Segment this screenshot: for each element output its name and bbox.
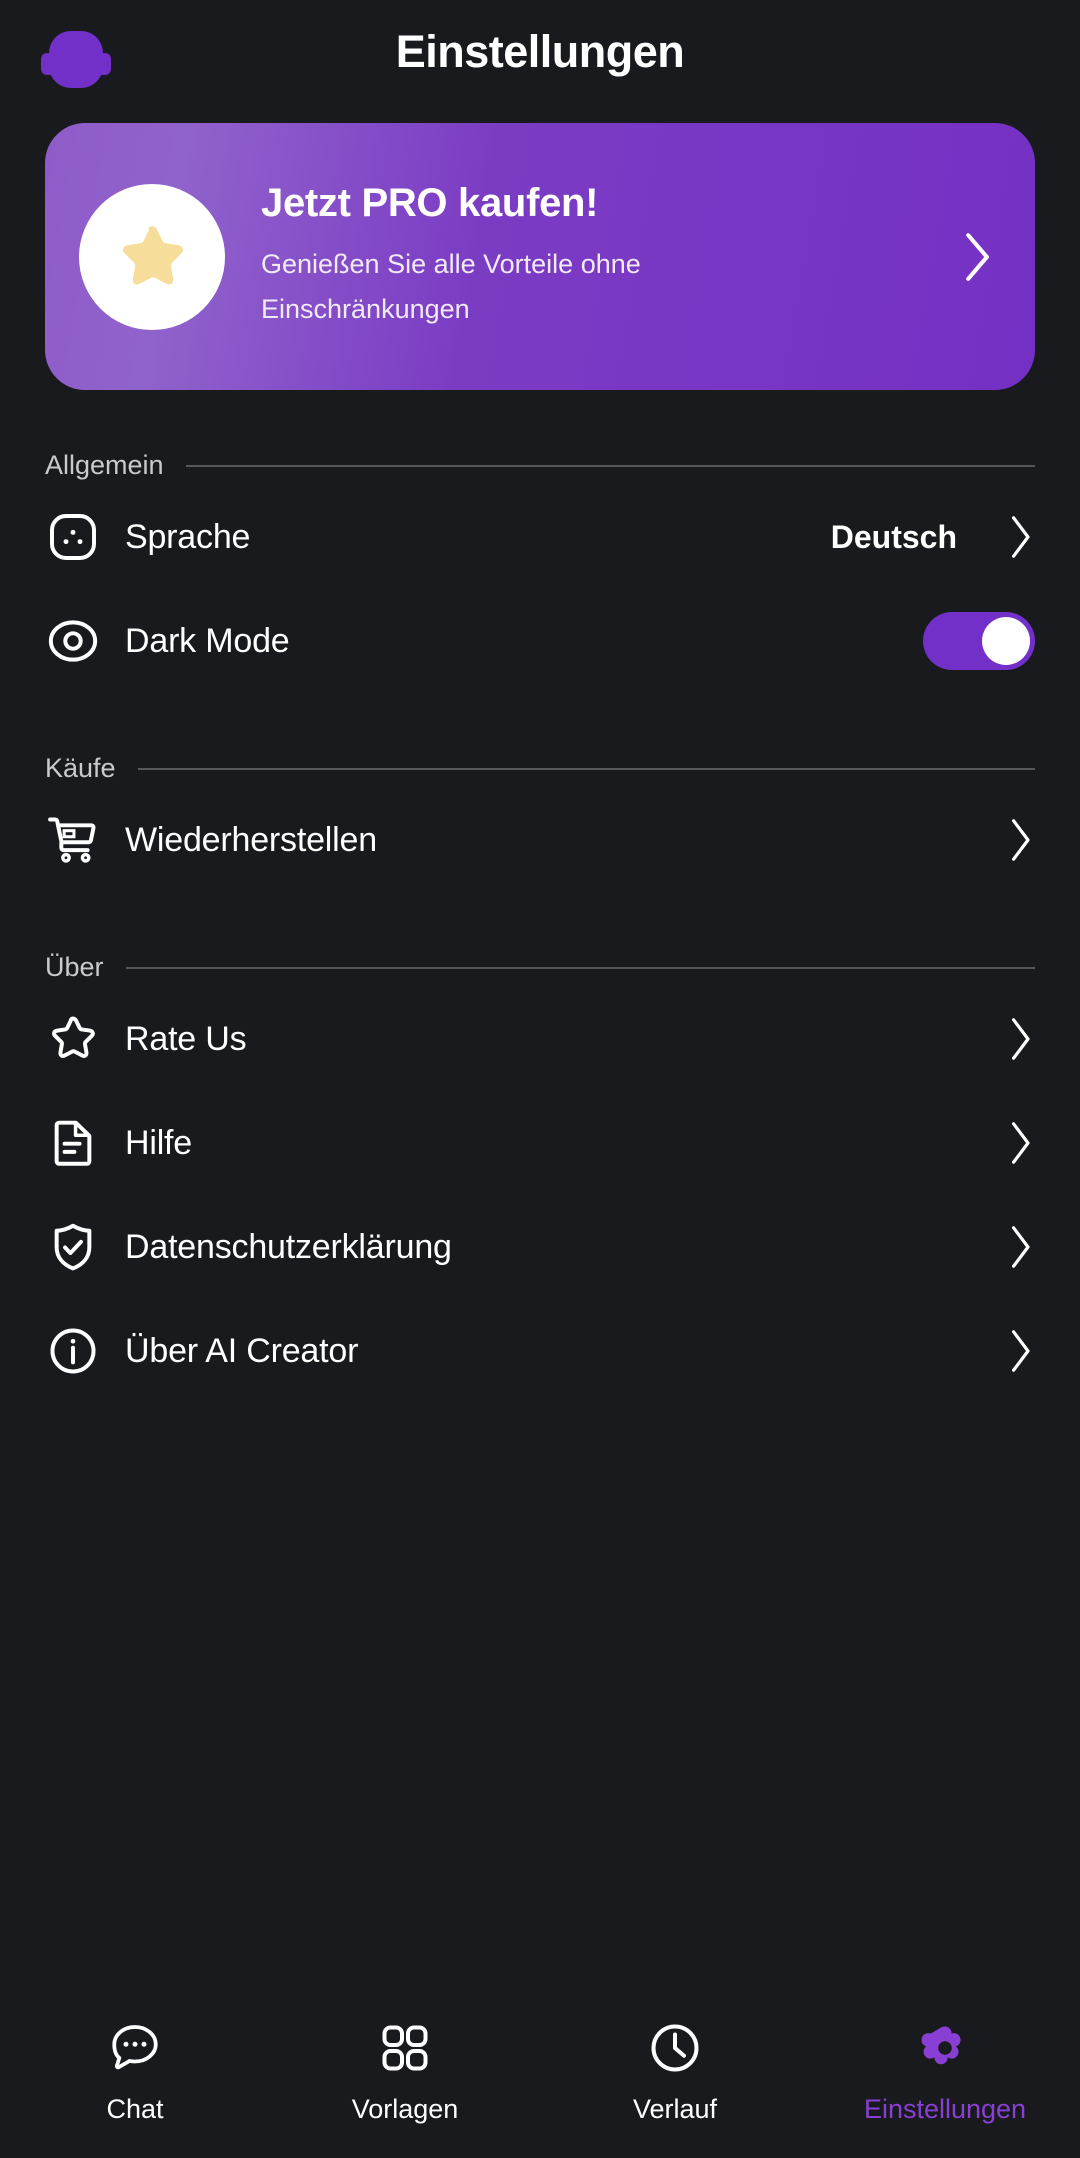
nav-item-vorlagen[interactable]: Vorlagen	[270, 2018, 540, 2125]
settings-row-label: Sprache	[125, 517, 251, 556]
settings-row-rate-us[interactable]: Rate Us	[45, 987, 1035, 1091]
section-label: Käufe	[45, 753, 116, 783]
grid-four-icon	[375, 2018, 435, 2078]
nav-label: Einstellungen	[863, 2094, 1027, 2124]
settings-screen: Einstellungen Jetzt PRO kaufen! Genießen…	[0, 0, 1080, 2158]
settings-row-dark-mode[interactable]: Dark Mode	[45, 589, 1035, 693]
settings-row-label: Über AI Creator	[125, 1331, 359, 1370]
settings-content: Allgemein Sprache Deutsch Dark Mode Käuf…	[0, 390, 1080, 1990]
app-header: Einstellungen	[0, 0, 1080, 123]
settings-row-ueber-ai-creator[interactable]: Über AI Creator	[45, 1299, 1035, 1403]
chevron-right-icon[interactable]	[987, 1015, 1035, 1063]
section-divider	[185, 464, 1035, 467]
section-divider	[137, 767, 1035, 770]
settings-row-datenschutz[interactable]: Datenschutzerklärung	[45, 1195, 1035, 1299]
chevron-right-icon[interactable]	[987, 1223, 1035, 1271]
nav-label: Vorlagen	[351, 2094, 459, 2124]
language-value: Deutsch	[830, 518, 957, 555]
star-filled-icon	[79, 183, 225, 330]
nav-label: Verlauf	[632, 2094, 718, 2124]
section-label: Allgemein	[45, 450, 164, 480]
nav-item-chat[interactable]: Chat	[0, 2018, 270, 2125]
shopping-cart-icon	[45, 812, 125, 868]
document-icon	[45, 1115, 125, 1171]
promo-banner-wrap: Jetzt PRO kaufen! Genießen Sie alle Vort…	[0, 123, 1080, 390]
dark-mode-toggle[interactable]	[923, 612, 1035, 670]
settings-row-label: Rate Us	[125, 1019, 247, 1058]
language-globe-icon	[45, 509, 125, 565]
settings-row-label: Hilfe	[125, 1123, 193, 1162]
settings-row-wiederherstellen[interactable]: Wiederherstellen	[45, 788, 1035, 892]
settings-row-hilfe[interactable]: Hilfe	[45, 1091, 1035, 1195]
settings-row-sprache[interactable]: Sprache Deutsch	[45, 485, 1035, 589]
chevron-right-icon[interactable]	[987, 1119, 1035, 1167]
chevron-right-icon[interactable]	[987, 816, 1035, 864]
star-outline-icon	[45, 1011, 125, 1067]
toggle-knob	[982, 617, 1030, 665]
promo-title: Jetzt PRO kaufen!	[261, 181, 599, 226]
section-label: Über	[45, 952, 104, 982]
nav-label: Chat	[106, 2094, 164, 2124]
section-header-ueber: Über	[45, 952, 1035, 983]
bottom-navigation: Chat Vorlagen Verlauf Einstellungen	[0, 1990, 1080, 2158]
chevron-right-icon[interactable]	[987, 513, 1035, 561]
promo-text: Jetzt PRO kaufen! Genießen Sie alle Vort…	[225, 181, 951, 331]
nav-item-einstellungen[interactable]: Einstellungen	[810, 2018, 1080, 2125]
chevron-right-icon[interactable]	[951, 229, 1001, 285]
chevron-right-icon[interactable]	[987, 1327, 1035, 1375]
settings-row-label: Dark Mode	[125, 621, 290, 660]
chat-bubble-icon	[105, 2018, 165, 2078]
nav-item-verlauf[interactable]: Verlauf	[540, 2018, 810, 2125]
gear-icon	[915, 2018, 975, 2078]
promo-subtitle: Genießen Sie alle Vorteile ohne Einschrä…	[261, 249, 641, 324]
settings-row-label: Datenschutzerklärung	[125, 1227, 452, 1266]
buy-pro-banner[interactable]: Jetzt PRO kaufen! Genießen Sie alle Vort…	[45, 123, 1035, 390]
section-header-kaeufe: Käufe	[45, 753, 1035, 784]
shield-check-icon	[45, 1219, 125, 1275]
page-title: Einstellungen	[395, 26, 685, 77]
eye-circle-icon	[45, 613, 125, 669]
info-circle-icon	[45, 1323, 125, 1379]
section-header-allgemein: Allgemein	[45, 450, 1035, 481]
settings-row-label: Wiederherstellen	[125, 820, 377, 859]
section-divider	[125, 966, 1035, 969]
clock-icon	[645, 2018, 705, 2078]
